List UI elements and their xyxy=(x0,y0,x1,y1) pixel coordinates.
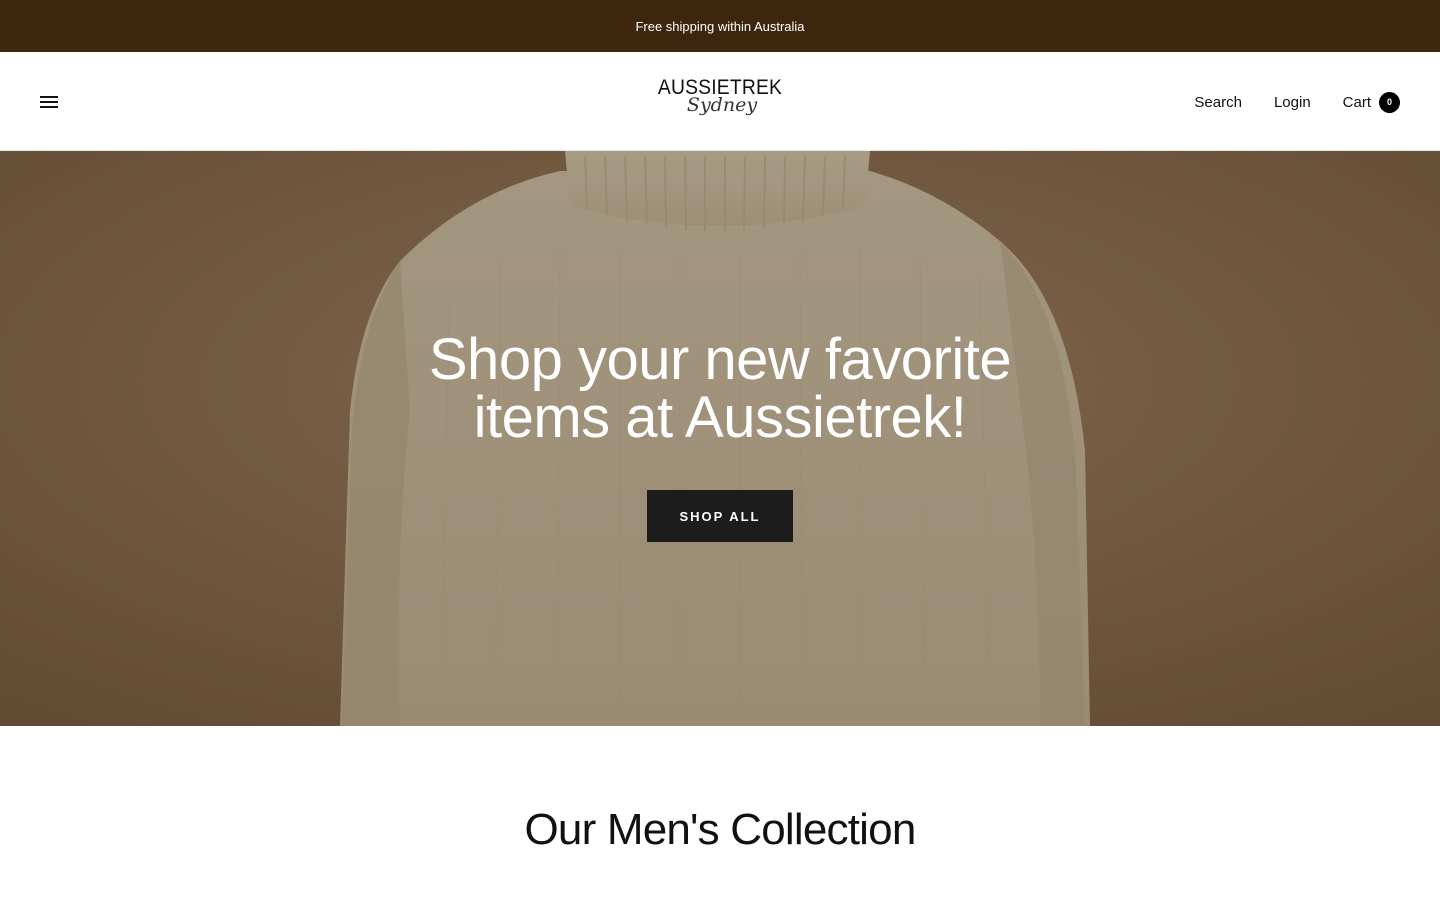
shop-all-button[interactable]: SHOP ALL xyxy=(647,490,793,542)
header-nav: Search Login Cart 0 xyxy=(1194,90,1400,114)
site-header: AUSSIETREK Sydney Search Login Cart 0 xyxy=(0,52,1440,151)
site-logo[interactable]: AUSSIETREK Sydney xyxy=(650,76,790,128)
cart-label: Cart xyxy=(1342,93,1371,111)
menu-button[interactable] xyxy=(32,90,66,114)
hamburger-menu-icon xyxy=(40,95,58,109)
logo-wordmark: AUSSIETREK xyxy=(657,76,783,99)
hero-title-line-1: Shop your new favorite xyxy=(428,327,1012,392)
hero-banner: Shop your new favorite items at Aussietr… xyxy=(0,151,1440,726)
cart-count-badge: 0 xyxy=(1379,91,1400,113)
login-link[interactable]: Login xyxy=(1274,94,1311,111)
hero-title-line-2: items at Aussietrek! xyxy=(473,385,967,450)
announcement-bar: Free shipping within Australia xyxy=(0,0,1440,52)
cart-link[interactable]: Cart 0 xyxy=(1342,91,1400,113)
announcement-text: Free shipping within Australia xyxy=(635,18,805,34)
search-link[interactable]: Search xyxy=(1194,94,1242,111)
hero-title: Shop your new favorite items at Aussietr… xyxy=(320,331,1120,447)
collection-heading: Our Men's Collection xyxy=(524,805,916,854)
